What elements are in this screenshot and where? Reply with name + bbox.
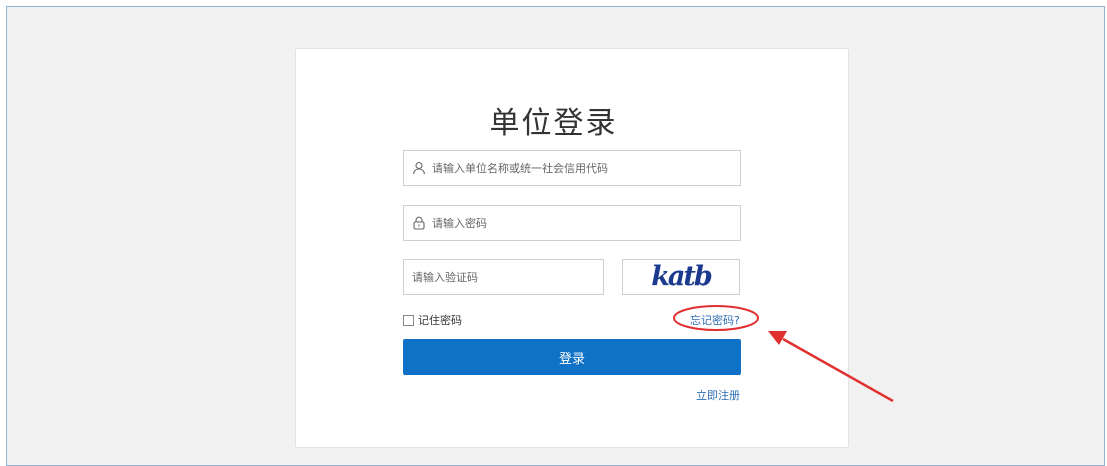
lock-icon [412, 216, 426, 230]
captcha-field[interactable] [403, 259, 604, 295]
register-link[interactable]: 立即注册 [696, 387, 740, 403]
password-field[interactable] [403, 205, 741, 241]
captcha-image[interactable]: katb [622, 259, 740, 295]
page-title: 单位登录 [489, 106, 618, 141]
login-button[interactable]: 登录 [403, 339, 741, 375]
username-field[interactable] [403, 150, 741, 186]
captcha-code: katb [651, 260, 713, 292]
username-input[interactable] [432, 151, 740, 185]
user-icon [412, 161, 426, 175]
captcha-input[interactable] [412, 260, 603, 294]
forgot-password-link[interactable]: 忘记密码? [690, 312, 740, 328]
remember-password-label: 记住密码 [418, 314, 462, 327]
password-input[interactable] [432, 206, 740, 240]
checkbox-box[interactable] [403, 314, 414, 326]
remember-password-checkbox[interactable]: 记住密码 [403, 312, 462, 328]
